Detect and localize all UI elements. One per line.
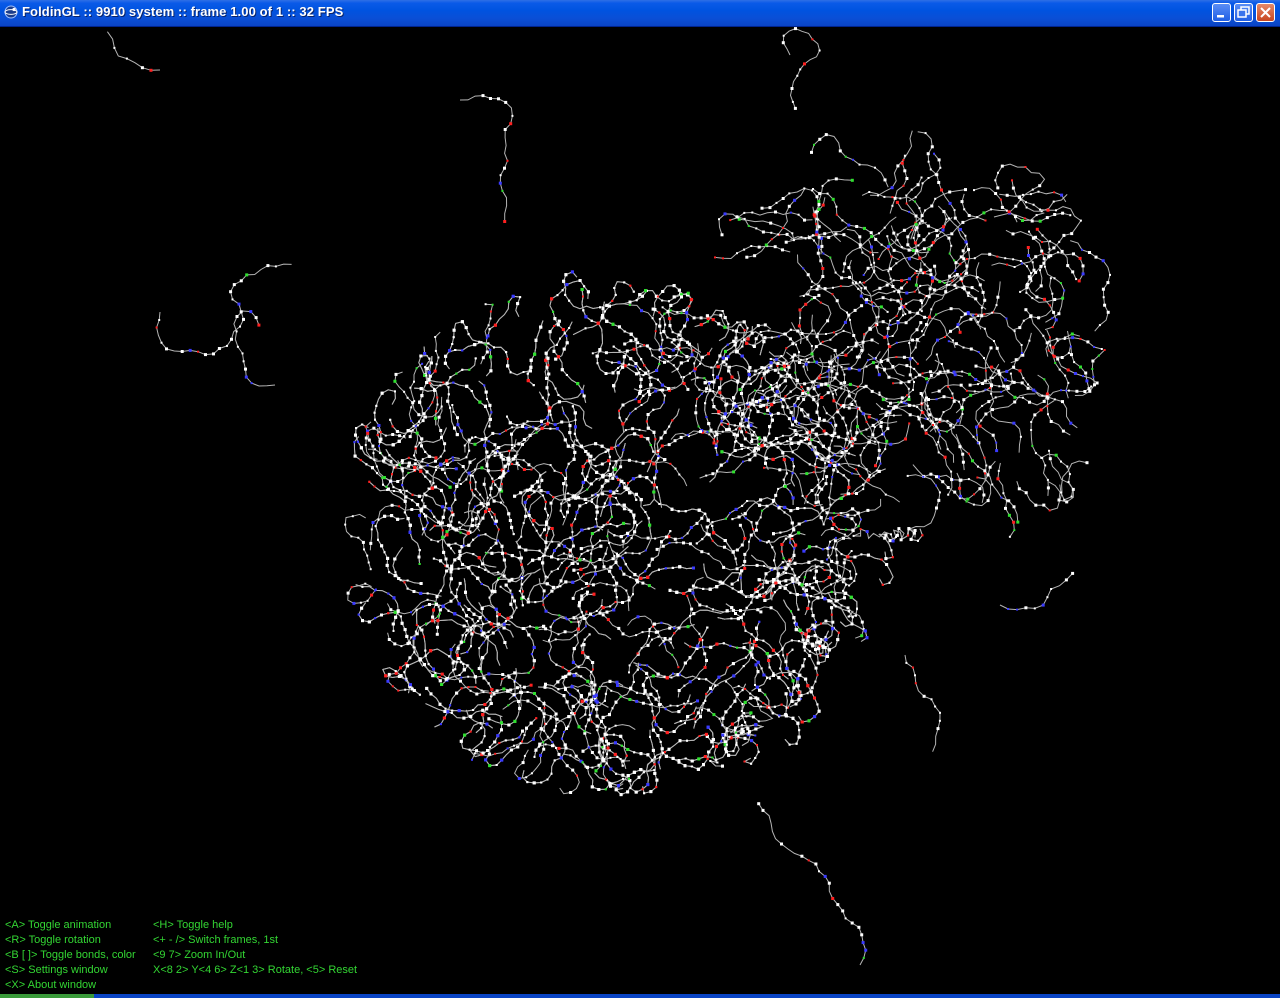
restore-icon [1237,6,1250,18]
help-line: <A> Toggle animation [5,919,112,931]
help-line: <B [ ]> Toggle bonds, color [5,949,136,961]
protein-structure-render[interactable] [0,27,1280,994]
help-line: <X> About window [5,979,97,991]
close-icon [1260,7,1271,18]
help-line: <S> Settings window [5,964,108,976]
help-line: <H> Toggle help [153,919,233,931]
title-bar[interactable]: FoldinGL :: 9910 system :: frame 1.00 of… [0,0,1280,27]
close-button[interactable] [1256,3,1275,22]
atom-points [113,27,1111,959]
restore-button[interactable] [1234,3,1253,22]
help-line: X<8 2> Y<4 6> Z<1 3> Rotate, <5> Reset [153,964,358,976]
molecule-viewport[interactable] [0,27,1280,994]
help-line: <+ - /> Switch frames, 1st [153,934,279,946]
window-bottom-border [0,994,1280,998]
help-overlay-right: <H> Toggle help <+ - /> Switch frames, 1… [153,918,357,978]
minimize-icon [1217,15,1224,18]
help-overlay-left: <A> Toggle animation <R> Toggle rotation… [5,918,136,993]
taskbar-start-hint [0,994,94,998]
window-title: FoldinGL :: 9910 system :: frame 1.00 of… [22,4,344,19]
foldingl-app-icon [4,5,18,19]
help-line: <R> Toggle rotation [5,934,101,946]
minimize-button[interactable] [1212,3,1231,22]
help-line: <9 7> Zoom In/Out [153,949,246,961]
